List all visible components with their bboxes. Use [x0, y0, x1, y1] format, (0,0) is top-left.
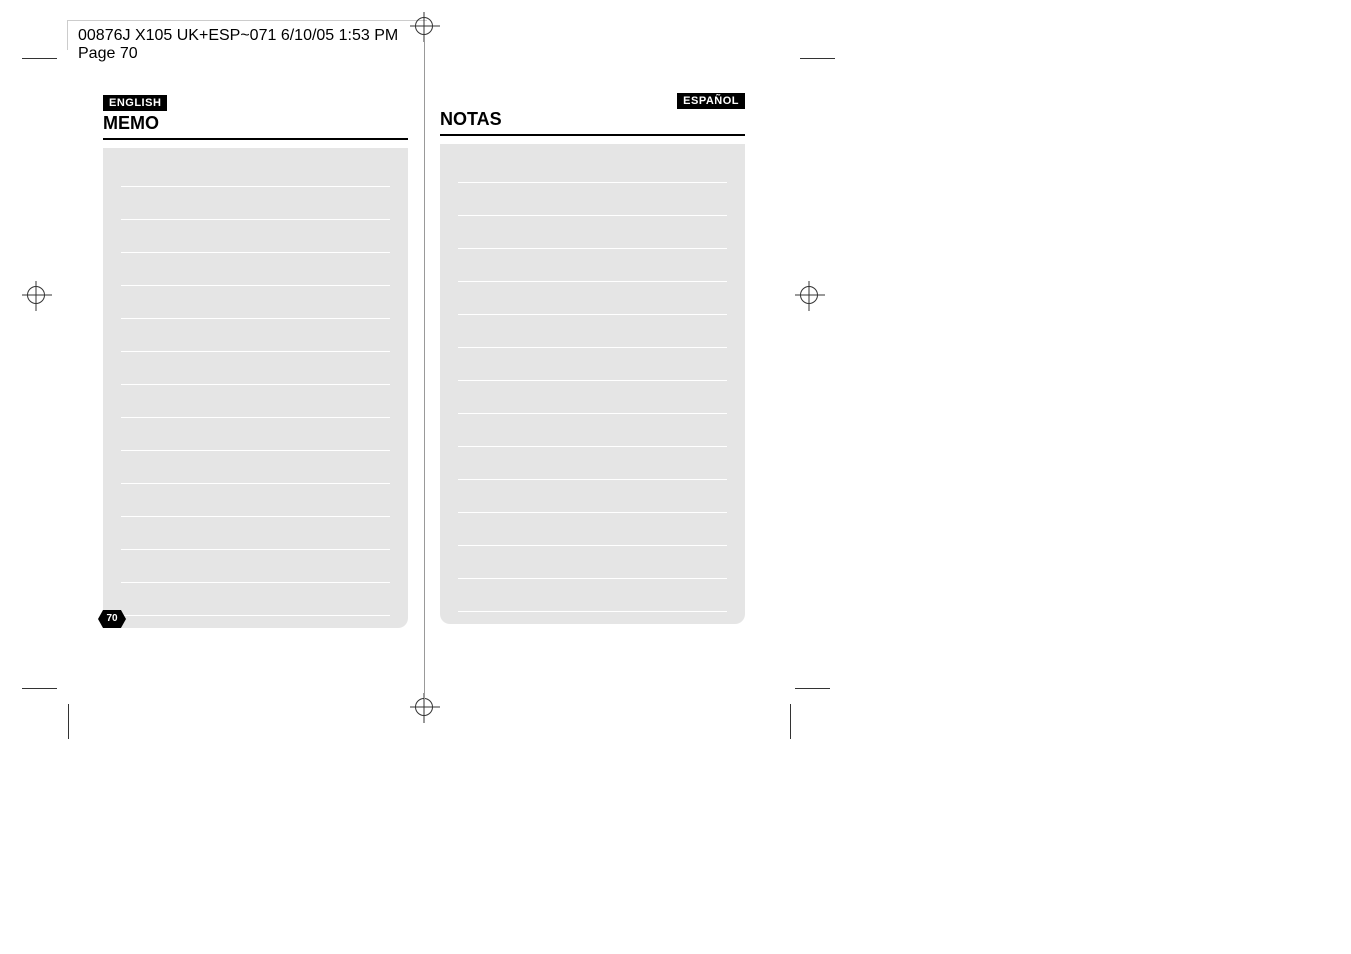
- crop-mark: [22, 688, 57, 689]
- crop-mark: [795, 688, 830, 689]
- memo-line: [121, 516, 390, 517]
- registration-mark-left: [27, 286, 45, 304]
- memo-line: [121, 285, 390, 286]
- memo-line: [121, 186, 390, 187]
- memo-line: [458, 380, 727, 381]
- memo-line: [458, 182, 727, 183]
- memo-line: [121, 351, 390, 352]
- memo-line: [458, 446, 727, 447]
- memo-line: [458, 578, 727, 579]
- left-page: ENGLISH MEMO 70: [68, 58, 423, 648]
- memo-line: [121, 417, 390, 418]
- registration-mark-right: [800, 286, 818, 304]
- title-rule: [103, 138, 408, 140]
- memo-line: [458, 347, 727, 348]
- memo-line: [121, 450, 390, 451]
- print-slug: 00876J X105 UK+ESP~071 6/10/05 1:53 PM P…: [78, 27, 398, 62]
- memo-line: [458, 413, 727, 414]
- memo-box-left: [103, 148, 408, 628]
- memo-line: [121, 483, 390, 484]
- memo-line: [121, 318, 390, 319]
- memo-line: [458, 611, 727, 612]
- memo-line: [458, 281, 727, 282]
- print-header-box: 00876J X105 UK+ESP~071 6/10/05 1:53 PM P…: [67, 20, 427, 50]
- memo-line: [121, 582, 390, 583]
- registration-mark-bottom: [415, 698, 433, 716]
- crop-mark: [800, 58, 835, 59]
- crop-mark: [790, 704, 791, 739]
- page-spread: ENGLISH MEMO 70 ESPAÑOL NOTAS: [68, 58, 788, 688]
- memo-line: [121, 615, 390, 616]
- memo-line: [458, 314, 727, 315]
- memo-line: [458, 545, 727, 546]
- memo-line: [121, 384, 390, 385]
- language-tag-espanol: ESPAÑOL: [677, 93, 745, 109]
- memo-box-right: [440, 144, 745, 624]
- page-number: 70: [98, 610, 126, 628]
- memo-line: [121, 219, 390, 220]
- language-tag-english: ENGLISH: [103, 95, 167, 111]
- right-page: ESPAÑOL NOTAS: [425, 58, 780, 644]
- crop-mark: [68, 704, 69, 739]
- memo-line: [121, 549, 390, 550]
- memo-line: [458, 248, 727, 249]
- memo-line: [458, 512, 727, 513]
- memo-line: [121, 252, 390, 253]
- registration-mark-top: [415, 17, 433, 35]
- title-rule: [440, 134, 745, 136]
- section-title-memo: MEMO: [103, 113, 408, 134]
- memo-line: [458, 215, 727, 216]
- memo-line: [458, 479, 727, 480]
- section-title-notas: NOTAS: [440, 109, 745, 130]
- crop-mark: [22, 58, 57, 59]
